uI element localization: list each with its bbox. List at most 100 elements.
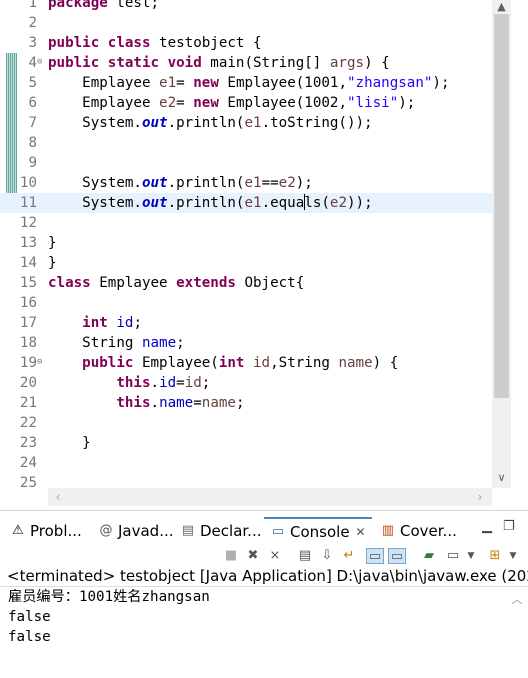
- maximize-icon[interactable]: ❐: [503, 519, 515, 534]
- code-line[interactable]: 5 Emplayee e1= new Emplayee(1001,"zhangs…: [0, 73, 492, 93]
- code-line[interactable]: 7 System.out.println(e1.toString());: [0, 113, 492, 133]
- code-line[interactable]: 22: [0, 413, 492, 433]
- code-text[interactable]: }: [48, 233, 57, 253]
- code-line[interactable]: 19 ⊖ public Emplayee(int id,String name) …: [0, 353, 492, 373]
- console-output[interactable]: 雇员编号：1001姓名zhangsan false false ︿: [0, 587, 528, 678]
- code-line[interactable]: 6 Emplayee e2= new Emplayee(1002,"lisi")…: [0, 93, 492, 113]
- line-number: 21: [19, 395, 37, 411]
- scroll-right-arrow-icon[interactable]: ›: [472, 488, 488, 506]
- code-text[interactable]: public class testobject {: [48, 33, 262, 53]
- code-text[interactable]: Emplayee e1= new Emplayee(1001,"zhangsan…: [48, 73, 449, 93]
- tab-javadoc[interactable]: @ Javad...: [98, 517, 174, 545]
- code-text[interactable]: this.id=id;: [48, 373, 210, 393]
- code-text[interactable]: Emplayee e2= new Emplayee(1002,"lisi");: [48, 93, 415, 113]
- scrollbar-thumb[interactable]: [494, 14, 509, 398]
- show-on-stdout-icon[interactable]: ▭: [366, 548, 384, 564]
- scroll-up-arrow-icon[interactable]: ︿: [508, 591, 526, 607]
- code-text[interactable]: System.out.println(e1.equals(e2));: [48, 193, 373, 213]
- line-number: 10: [19, 175, 37, 191]
- problems-icon: ⚠: [12, 523, 24, 538]
- fold-collapse-icon[interactable]: ⊖: [37, 53, 42, 71]
- chevron-down-icon[interactable]: ▼: [504, 548, 522, 564]
- line-number: 11: [19, 195, 37, 211]
- code-line[interactable]: 2: [0, 13, 492, 33]
- pin-console-icon[interactable]: ▰: [420, 548, 438, 564]
- tab-label: Probl...: [30, 522, 82, 540]
- editor-vertical-scrollbar[interactable]: ▲ ∨: [492, 0, 511, 488]
- tab-console[interactable]: ▭ Console ✕: [264, 517, 372, 545]
- code-line[interactable]: 1 package test;: [0, 0, 492, 13]
- tab-problems[interactable]: ⚠ Probl...: [10, 517, 82, 545]
- code-text[interactable]: public static void main(String[] args) {: [48, 53, 390, 73]
- code-line[interactable]: 10 System.out.println(e1==e2);: [0, 173, 492, 193]
- code-line[interactable]: 23 }: [0, 433, 492, 453]
- line-number: 1: [28, 0, 37, 11]
- code-line[interactable]: 14}: [0, 253, 492, 273]
- line-number: 7: [28, 115, 37, 131]
- code-text[interactable]: public Emplayee(int id,String name) {: [48, 353, 398, 373]
- fold-collapse-icon[interactable]: ⊖: [37, 353, 42, 371]
- javadoc-icon: @: [99, 523, 113, 538]
- scroll-up-arrow-icon[interactable]: ▲: [492, 0, 511, 14]
- line-number: 18: [19, 335, 37, 351]
- code-line[interactable]: 9: [0, 153, 492, 173]
- open-console-icon[interactable]: ⊞: [486, 548, 504, 564]
- remove-all-terminated-icon[interactable]: ⨯: [266, 548, 284, 564]
- clear-console-icon[interactable]: ▤: [296, 548, 314, 564]
- code-line[interactable]: 24: [0, 453, 492, 473]
- line-number: 3: [28, 35, 37, 51]
- code-line[interactable]: 13}: [0, 233, 492, 253]
- code-line[interactable]: 20 this.id=id;: [0, 373, 492, 393]
- close-icon[interactable]: ✕: [356, 525, 366, 539]
- line-number: 12: [19, 215, 37, 231]
- code-text[interactable]: class Emplayee extends Object{: [48, 273, 304, 293]
- code-text[interactable]: int id;: [48, 313, 142, 333]
- tab-coverage[interactable]: ▥ Cover...: [380, 517, 457, 545]
- line-number: 16: [19, 295, 37, 311]
- code-text[interactable]: System.out.println(e1.toString());: [48, 113, 372, 133]
- scroll-left-arrow-icon[interactable]: ‹: [50, 488, 66, 506]
- word-wrap-icon[interactable]: ↵: [340, 548, 358, 564]
- line-number: 9: [28, 155, 37, 171]
- line-number: 15: [19, 275, 37, 291]
- chevron-down-icon[interactable]: ▼: [462, 548, 480, 564]
- line-number: 20: [19, 375, 37, 391]
- line-number: 2: [28, 15, 37, 31]
- code-line[interactable]: 17 int id;: [0, 313, 492, 333]
- console-vertical-scrollbar[interactable]: ︿: [508, 587, 526, 678]
- console-status-line: <terminated> testobject [Java Applicatio…: [0, 565, 528, 587]
- code-text[interactable]: System.out.println(e1==e2);: [48, 173, 313, 193]
- code-line[interactable]: 21 this.name=name;: [0, 393, 492, 413]
- code-line[interactable]: 16: [0, 293, 492, 313]
- line-number: 4: [28, 55, 37, 71]
- code-text[interactable]: this.name=name;: [48, 393, 244, 413]
- code-line[interactable]: 18 String name;: [0, 333, 492, 353]
- line-number: 24: [19, 455, 37, 471]
- console-icon: ▭: [271, 524, 285, 539]
- terminate-icon[interactable]: ■: [222, 548, 240, 564]
- minimize-icon[interactable]: ▁: [482, 519, 492, 534]
- code-text[interactable]: String name;: [48, 333, 185, 353]
- code-line[interactable]: 11 System.out.println(e1.equals(e2));: [0, 193, 492, 213]
- code-line[interactable]: 12: [0, 213, 492, 233]
- tab-label: Declar...: [200, 522, 262, 540]
- code-text[interactable]: }: [48, 433, 91, 453]
- scroll-down-arrow-icon[interactable]: ∨: [492, 468, 511, 488]
- tab-declaration[interactable]: ▤ Declar...: [180, 517, 262, 545]
- line-number: 8: [28, 135, 37, 151]
- scroll-lock-icon[interactable]: ⇩: [318, 548, 336, 564]
- code-editor[interactable]: 1 package test; 2 3 public class testobject …: [0, 0, 528, 510]
- code-line[interactable]: 3 public class testobject {: [0, 33, 492, 53]
- editor-horizontal-scrollbar[interactable]: ‹ ›: [48, 488, 492, 506]
- line-number: 22: [19, 415, 37, 431]
- code-line[interactable]: 15 class Emplayee extends Object{: [0, 273, 492, 293]
- line-number: 19: [19, 355, 37, 371]
- line-number: 14: [19, 255, 37, 271]
- code-text[interactable]: package test;: [48, 0, 159, 13]
- code-line[interactable]: 8: [0, 133, 492, 153]
- display-selected-console-icon[interactable]: ▭: [444, 548, 462, 564]
- show-on-stderr-icon[interactable]: ▭: [388, 548, 406, 564]
- code-text[interactable]: }: [48, 253, 57, 273]
- remove-launch-icon[interactable]: ✖: [244, 548, 262, 564]
- code-line[interactable]: 4 ⊖ public static void main(String[] args)…: [0, 53, 492, 73]
